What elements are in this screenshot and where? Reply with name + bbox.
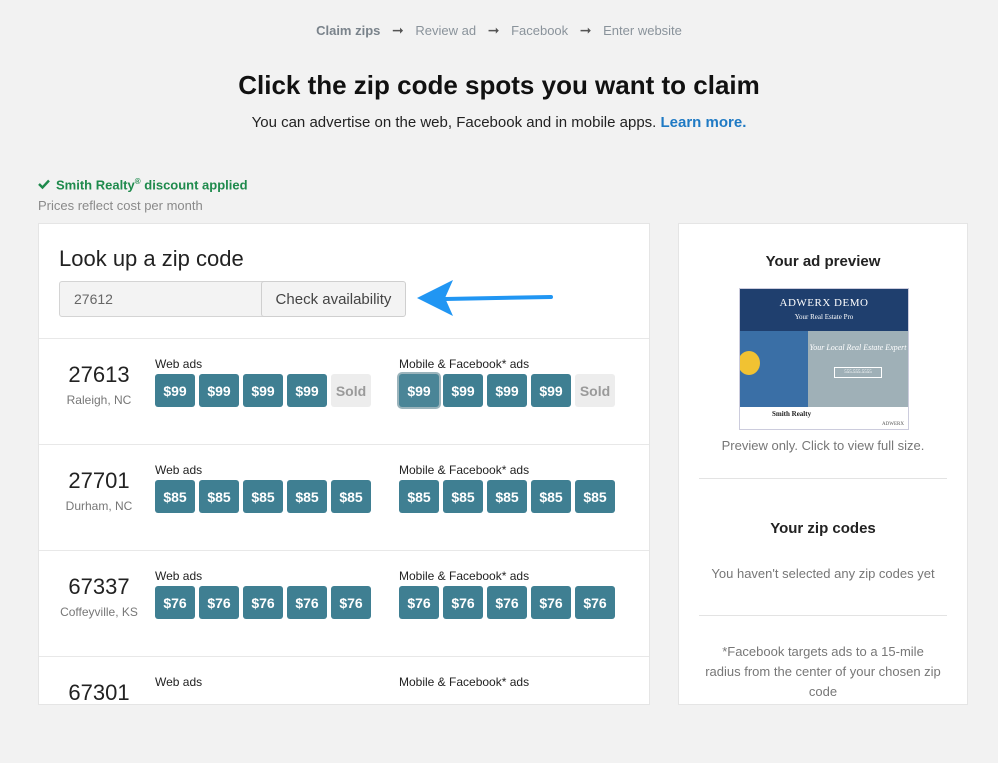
subtitle-text: You can advertise on the web, Facebook a… — [251, 114, 657, 131]
zip-code: 67337 — [68, 574, 130, 599]
discount-brand: Smith Realty — [56, 177, 135, 193]
price-spot-button[interactable]: $76 — [155, 586, 195, 619]
divider — [699, 615, 947, 616]
price-spot-button[interactable]: $76 — [399, 586, 439, 619]
zip-row: 67337 Coffeyville, KS Web ads $76 $76 $76 $76 $… — [39, 550, 649, 657]
mobile-ads-group: $76 $76 $76 $76 $76 — [399, 586, 615, 619]
discount-notice: Smith Realty® discount applied — [38, 177, 248, 192]
preview-note: Preview only. Click to view full size. — [721, 438, 925, 453]
web-ads-label: Web ads — [155, 675, 203, 689]
lookup-title: Look up a zip code — [59, 246, 244, 271]
prices-note: Prices reflect cost per month — [38, 198, 203, 213]
price-spot-button[interactable]: $99 — [243, 374, 283, 407]
ad-message: Your Local Real Estate Expert 555.555.55… — [808, 331, 908, 407]
price-spot-button[interactable]: $85 — [199, 480, 239, 513]
price-spot-button[interactable]: $99 — [155, 374, 195, 407]
web-ads-label: Web ads — [155, 463, 203, 477]
ad-subtitle: Your Real Estate Pro — [794, 313, 854, 321]
price-spot-button[interactable]: $85 — [243, 480, 283, 513]
price-spot-button[interactable]: $85 — [487, 480, 527, 513]
price-spot-button[interactable]: $85 — [575, 480, 615, 513]
price-spot-button[interactable]: $76 — [531, 586, 571, 619]
web-ads-label: Web ads — [155, 357, 203, 371]
ad-footer-logo: ADWERX — [882, 422, 904, 427]
ad-preview-title: Your ad preview — [765, 253, 881, 270]
zip-row: 27613 Raleigh, NC Web ads $99 $99 $99 $99 Sold M… — [39, 338, 649, 445]
learn-more-link[interactable]: Learn more. — [661, 114, 747, 131]
price-spot-button[interactable]: $99 — [487, 374, 527, 407]
web-ads-group: $85 $85 $85 $85 $85 — [155, 480, 371, 513]
web-ads-label: Web ads — [155, 569, 203, 583]
price-spot-button[interactable]: $76 — [487, 586, 527, 619]
zip-code: 27701 — [68, 468, 130, 493]
price-spot-button[interactable]: $76 — [443, 586, 483, 619]
mobile-ads-label: Mobile & Facebook* ads — [399, 569, 530, 583]
price-spot-button[interactable]: $99 — [443, 374, 483, 407]
ad-tagline: Your Local Real Estate Expert — [809, 343, 907, 352]
price-spot-button[interactable]: $85 — [331, 480, 371, 513]
mobile-ads-label: Mobile & Facebook* ads — [399, 357, 530, 371]
price-spot-button[interactable]: $76 — [331, 586, 371, 619]
zip-row: 27701 Durham, NC Web ads $85 $85 $85 $85 $85 Mob… — [39, 444, 649, 551]
arrow-right-icon: ➞ — [487, 22, 500, 39]
web-ads-group: $99 $99 $99 $99 Sold — [155, 374, 371, 407]
sold-spot: Sold — [575, 374, 615, 407]
facebook-footnote: *Facebook targets ads to a 15-mile radiu… — [705, 644, 941, 699]
web-ads-group: $76 $76 $76 $76 $76 — [155, 586, 371, 619]
price-spot-button[interactable]: $76 — [575, 586, 615, 619]
arrow-left-icon — [417, 280, 553, 316]
price-spot-button[interactable]: $76 — [199, 586, 239, 619]
price-spot-button[interactable]: $76 — [243, 586, 283, 619]
mobile-ads-group: $99 $99 $99 $99 Sold — [399, 374, 615, 407]
progress-steps: Claim zips ➞ Review ad ➞ Facebook ➞ Ente… — [0, 22, 998, 39]
price-spot-button[interactable]: $99 — [199, 374, 239, 407]
step-enter-website[interactable]: Enter website — [603, 23, 682, 38]
ad-title: ADWERX DEMO — [779, 297, 869, 309]
your-zip-codes-title: Your zip codes — [770, 520, 876, 537]
price-spot-button[interactable]: $85 — [531, 480, 571, 513]
zip-city: Raleigh, NC — [66, 393, 132, 407]
price-spot-button[interactable]: $85 — [287, 480, 327, 513]
registered-mark: ® — [134, 177, 141, 186]
price-spot-button[interactable]: $99 — [531, 374, 571, 407]
mobile-ads-label: Mobile & Facebook* ads — [399, 675, 530, 689]
arrow-right-icon: ➞ — [392, 22, 404, 39]
price-spot-button[interactable]: $76 — [287, 586, 327, 619]
zip-code: 67301 — [68, 680, 130, 705]
ad-header: ADWERX DEMO Your Real Estate Pro — [740, 289, 908, 331]
sidebar-panel: Your ad preview ADWERX DEMO Your Real Es… — [678, 223, 968, 705]
ad-footer: Smith Realty ADWERX — [740, 407, 908, 429]
zip-city: Coffeyville, KS — [60, 605, 138, 619]
divider — [699, 478, 947, 479]
zip-code: 27613 — [68, 362, 130, 387]
sold-spot: Sold — [331, 374, 371, 407]
page-subtitle: You can advertise on the web, Facebook a… — [0, 114, 998, 131]
arrow-right-icon: ➞ — [579, 22, 592, 39]
price-spot-button[interactable]: $85 — [443, 480, 483, 513]
ad-preview-image[interactable]: ADWERX DEMO Your Real Estate Pro Your Lo… — [739, 288, 909, 430]
discount-text: discount applied — [144, 177, 248, 193]
step-review-ad[interactable]: Review ad — [415, 23, 476, 38]
zip-lookup-panel: Look up a zip code Check availability 27… — [38, 223, 650, 705]
mobile-ads-label: Mobile & Facebook* ads — [399, 463, 530, 477]
mobile-ads-group: $85 $85 $85 $85 $85 — [399, 480, 615, 513]
price-spot-button[interactable]: $85 — [155, 480, 195, 513]
price-spot-button[interactable]: $85 — [399, 480, 439, 513]
avatar — [740, 351, 760, 375]
ad-phone: 555.555.5555 — [834, 367, 882, 378]
price-spot-button[interactable]: $99 — [287, 374, 327, 407]
check-availability-button[interactable]: Check availability — [261, 281, 406, 317]
step-claim-zips[interactable]: Claim zips — [316, 23, 380, 38]
check-icon — [38, 180, 50, 190]
ad-brand: Smith Realty — [772, 410, 812, 418]
zip-row: 67301 Web ads Mobile & Facebook* ads — [39, 656, 649, 763]
your-zip-codes-empty: You haven't selected any zip codes yet — [711, 566, 935, 581]
page-title: Click the zip code spots you want to cla… — [238, 70, 760, 100]
step-facebook[interactable]: Facebook — [511, 23, 568, 38]
price-spot-button[interactable]: $99 — [399, 374, 439, 407]
zip-search-input[interactable] — [59, 281, 267, 317]
zip-city: Durham, NC — [65, 499, 133, 513]
